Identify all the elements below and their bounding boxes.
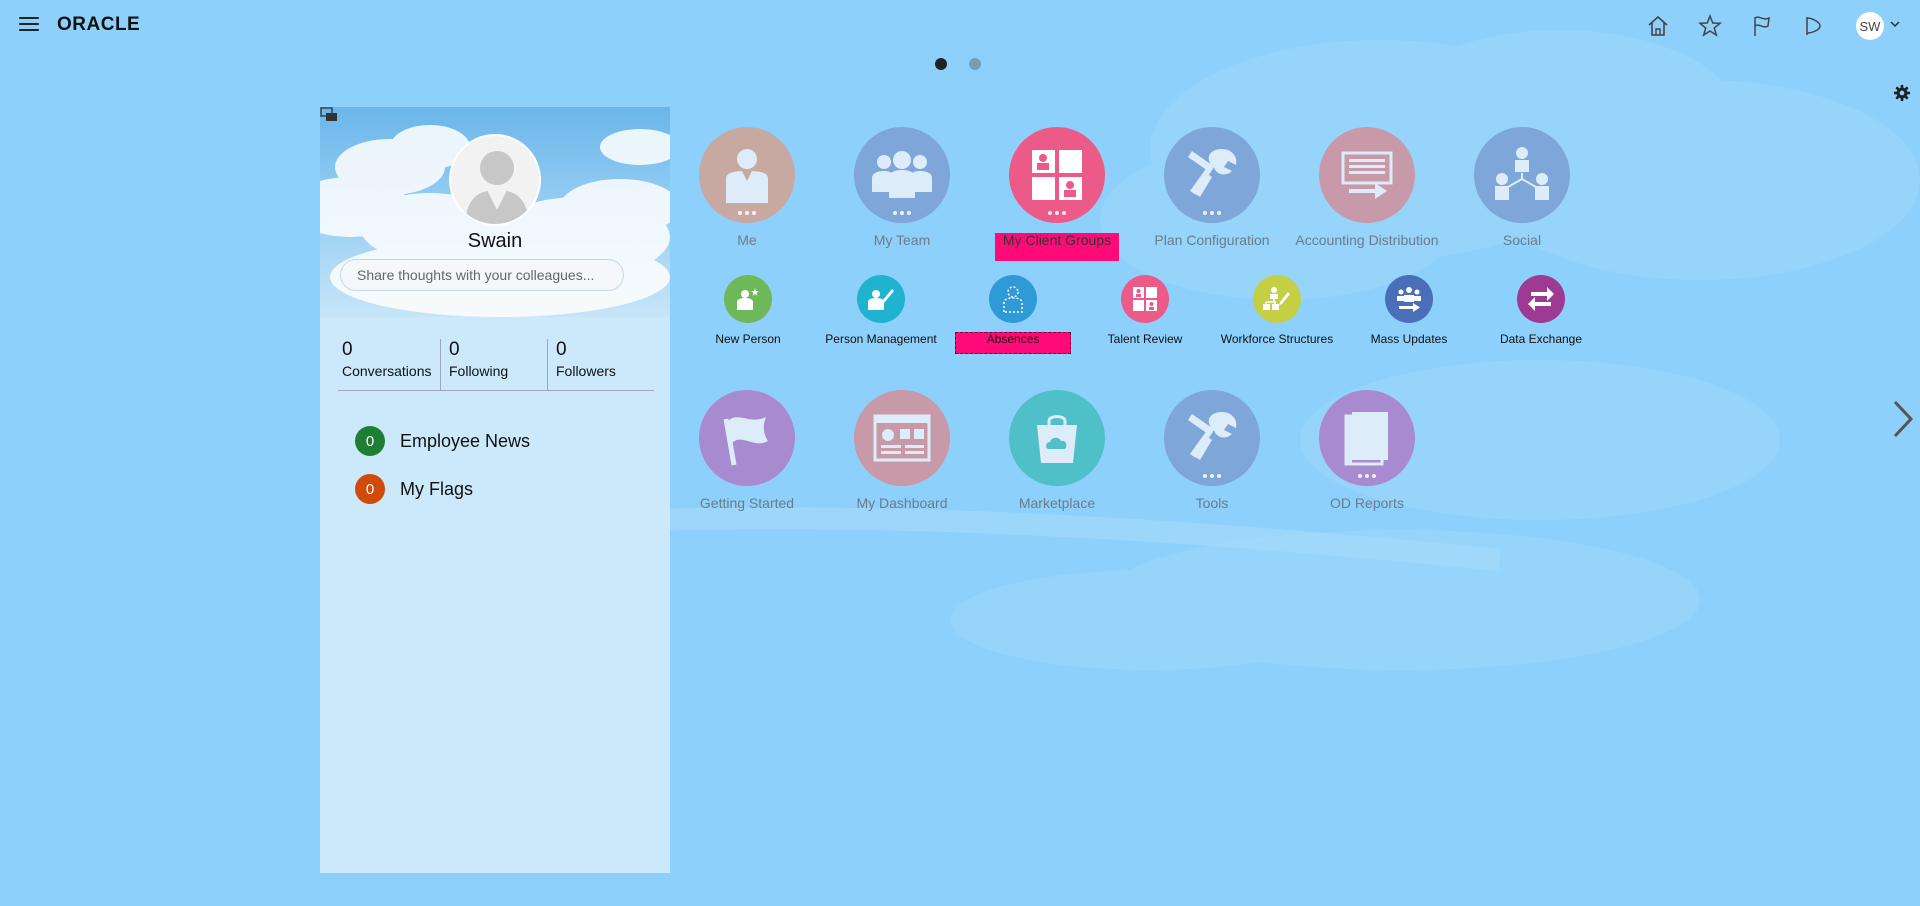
profile-name: Swain xyxy=(467,230,523,252)
app-tile-plan-configuration[interactable]: Plan Configuration xyxy=(1137,127,1287,248)
app-tile-me[interactable]: Me xyxy=(672,127,822,248)
top-bar: ORACLE SW xyxy=(0,0,1920,52)
team-icon xyxy=(854,127,950,223)
app-tile-new-person[interactable]: New Person xyxy=(683,275,813,346)
tools-icon xyxy=(1164,127,1260,223)
dashboard-icon xyxy=(854,390,950,486)
employee-news-link[interactable]: 0 Employee News xyxy=(355,426,530,456)
new-person-icon xyxy=(724,275,772,323)
social-stats: 0 Conversations 0 Following 0 Followers xyxy=(338,339,654,391)
my-flags-link[interactable]: 0 My Flags xyxy=(355,474,473,504)
distribution-icon xyxy=(1319,127,1415,223)
person-management-icon xyxy=(857,275,905,323)
app-tile-social[interactable]: Social xyxy=(1447,127,1597,248)
app-tile-od-reports[interactable]: OD Reports xyxy=(1292,390,1442,511)
app-tile-my-dashboard[interactable]: My Dashboard xyxy=(827,390,977,511)
app-tile-getting-started[interactable]: Getting Started xyxy=(672,390,822,511)
app-tile-data-exchange[interactable]: Data Exchange xyxy=(1476,275,1606,346)
next-page-arrow-icon[interactable] xyxy=(1890,398,1916,440)
person-icon xyxy=(699,127,795,223)
menu-icon[interactable] xyxy=(19,17,39,33)
profile-avatar[interactable] xyxy=(449,134,541,226)
app-tile-absences[interactable]: Absences xyxy=(948,275,1078,346)
flag-icon xyxy=(699,390,795,486)
count-badge: 0 xyxy=(355,426,385,456)
stat-followers[interactable]: 0 Followers xyxy=(547,339,654,390)
profile-panel: Swain 0 Conversations 0 Following 0 Foll… xyxy=(320,107,670,873)
app-tile-my-client-groups[interactable]: My Client Groups xyxy=(982,127,1132,248)
stat-conversations[interactable]: 0 Conversations xyxy=(338,339,440,390)
page-dot-2[interactable] xyxy=(969,58,981,70)
notifications-bell-icon[interactable] xyxy=(1800,13,1826,39)
tools-icon xyxy=(1164,390,1260,486)
reports-icon xyxy=(1319,390,1415,486)
data-exchange-icon xyxy=(1517,275,1565,323)
app-tile-marketplace[interactable]: Marketplace xyxy=(982,390,1132,511)
share-thoughts-input[interactable] xyxy=(340,259,624,291)
chevron-down-icon[interactable] xyxy=(1889,18,1901,30)
watchlist-flag-icon[interactable] xyxy=(1749,13,1775,39)
post-conversation-icon[interactable] xyxy=(320,107,338,123)
marketplace-icon xyxy=(1009,390,1105,486)
talent-review-icon xyxy=(1121,275,1169,323)
user-avatar[interactable]: SW xyxy=(1856,12,1884,40)
absences-icon xyxy=(989,275,1037,323)
page-dot-1[interactable] xyxy=(935,58,947,70)
app-tile-my-team[interactable]: My Team xyxy=(827,127,977,248)
social-icon xyxy=(1474,127,1570,223)
app-tile-mass-updates[interactable]: Mass Updates xyxy=(1344,275,1474,346)
gear-icon[interactable] xyxy=(1893,84,1911,102)
stat-following[interactable]: 0 Following xyxy=(440,339,547,390)
favorites-star-icon[interactable] xyxy=(1697,13,1723,39)
app-tile-person-management[interactable]: Person Management xyxy=(816,275,946,346)
page-indicator xyxy=(935,58,981,70)
workforce-structures-icon xyxy=(1253,275,1301,323)
mass-updates-icon xyxy=(1385,275,1433,323)
oracle-logo: ORACLE xyxy=(57,14,141,35)
profile-banner: Swain xyxy=(320,107,670,317)
app-tile-talent-review[interactable]: Talent Review xyxy=(1080,275,1210,346)
app-tile-workforce-structures[interactable]: Workforce Structures xyxy=(1212,275,1342,346)
app-tile-tools[interactable]: Tools xyxy=(1137,390,1287,511)
client-groups-icon xyxy=(1009,127,1105,223)
home-icon[interactable] xyxy=(1645,13,1671,39)
app-tile-accounting-distribution[interactable]: Accounting Distribution xyxy=(1292,127,1442,248)
count-badge: 0 xyxy=(355,474,385,504)
